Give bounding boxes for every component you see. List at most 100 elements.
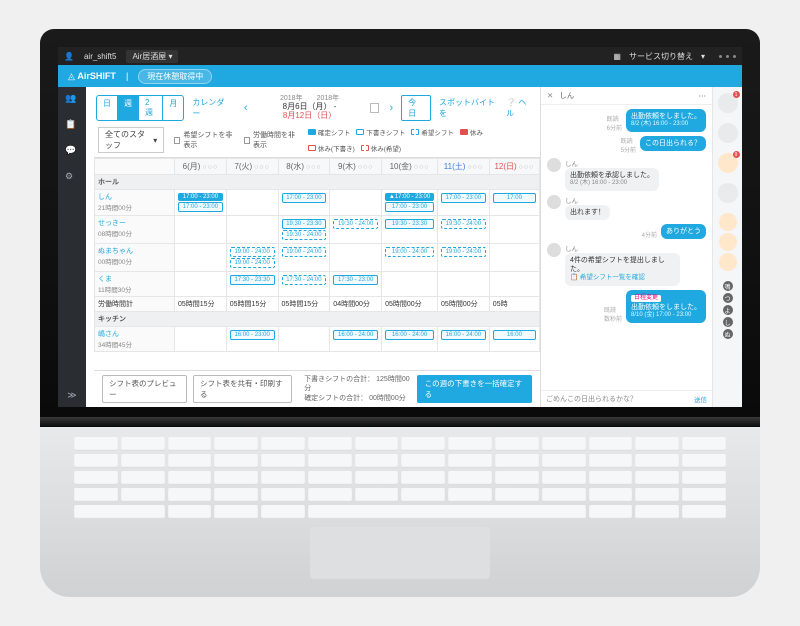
hide-hours-checkbox[interactable]: 労働時間を非表示 xyxy=(244,130,298,150)
shift-chip[interactable]: 17:00 - 23:00 xyxy=(178,193,223,201)
shift-cell[interactable] xyxy=(175,216,227,244)
shift-chip[interactable]: 17:30 - 24:00 xyxy=(282,275,327,285)
share-button[interactable]: シフト表を共有・印刷する xyxy=(193,375,292,403)
shift-chip[interactable]: 19:30 - 23:30 xyxy=(385,219,434,229)
shift-chip[interactable]: ▲17:00 - 23:00 xyxy=(385,193,434,201)
shift-chip[interactable]: 19:00 - 24:00 xyxy=(282,247,327,257)
shift-chip[interactable]: 16:00 - 24:00 xyxy=(441,330,486,340)
tag-よ[interactable]: よ xyxy=(723,305,733,315)
grid-icon[interactable]: ▦ xyxy=(613,52,621,61)
shift-cell[interactable]: 19:30 - 24:00 xyxy=(438,216,490,244)
shift-chip[interactable]: 16:00 xyxy=(493,330,536,340)
shift-chip[interactable]: 19:30 - 23:30 xyxy=(282,219,327,229)
shift-cell[interactable]: 19:30 - 24:00 xyxy=(330,216,382,244)
shift-chip[interactable]: 17:00 - 23:00 xyxy=(441,193,486,203)
shift-cell[interactable]: 17:00 - 23:00 xyxy=(438,190,490,216)
shift-cell[interactable]: 19:00 - 24:0019:00 - 24:00 xyxy=(226,244,278,272)
nav-calendar-icon[interactable]: 📋 xyxy=(65,119,79,133)
shift-chip[interactable]: 16:00 - 23:00 xyxy=(230,330,275,340)
chevron-down-icon[interactable]: ▾ xyxy=(701,52,705,61)
shift-chip[interactable]: 17:00 - 23:00 xyxy=(385,202,434,212)
shift-cell[interactable] xyxy=(438,272,490,297)
store-select[interactable]: Air居酒屋 ▾ xyxy=(126,50,178,63)
shift-cell[interactable] xyxy=(489,244,539,272)
chat-menu-icon[interactable]: ⋯ xyxy=(699,91,707,100)
shift-chip[interactable]: 19:30 - 24:00 xyxy=(282,230,327,240)
shift-cell[interactable]: ▲17:00 - 23:0017:00 - 23:00 xyxy=(382,190,438,216)
shift-cell[interactable] xyxy=(175,244,227,272)
mini-avatar[interactable] xyxy=(719,233,737,251)
nav-chat-icon[interactable]: 💬 xyxy=(65,145,79,159)
shift-cell[interactable]: 19:00 - 24:00 xyxy=(438,244,490,272)
service-switch[interactable]: サービス切り替え xyxy=(629,51,693,62)
calendar-link[interactable]: カレンダー xyxy=(188,95,236,121)
close-chat-icon[interactable]: ✕ xyxy=(547,91,553,100)
rnav-clock-icon[interactable] xyxy=(718,183,738,203)
shift-cell[interactable]: 17:30 - 23:00 xyxy=(330,272,382,297)
mini-avatar[interactable] xyxy=(719,213,737,231)
shift-cell[interactable]: 19:30 - 23:30 xyxy=(382,216,438,244)
next-arrow-icon[interactable]: › xyxy=(385,102,397,114)
view-日[interactable]: 日 xyxy=(97,96,118,120)
nav-profile-icon[interactable]: 👥 xyxy=(65,93,79,107)
today-button[interactable]: 今日 xyxy=(401,95,431,121)
shift-chip[interactable]: 17:30 - 23:30 xyxy=(230,275,275,285)
shift-cell[interactable] xyxy=(226,190,278,216)
date-box-icon[interactable] xyxy=(370,103,380,113)
preview-button[interactable]: シフト表のプレビュー xyxy=(102,375,187,403)
shift-chip[interactable]: 19:00 - 24:00 xyxy=(230,247,275,257)
shift-cell[interactable] xyxy=(175,272,227,297)
tag-つ[interactable]: つ xyxy=(723,293,733,303)
rnav-people-icon[interactable] xyxy=(718,123,738,143)
shift-cell[interactable] xyxy=(330,190,382,216)
shift-cell[interactable] xyxy=(278,327,330,352)
rnav-calendar-icon[interactable]: 1 xyxy=(718,93,738,113)
shift-chip[interactable]: 19:00 - 24:00 xyxy=(230,258,275,268)
shift-cell[interactable] xyxy=(226,216,278,244)
view-2週[interactable]: 2週 xyxy=(139,96,163,120)
shift-cell[interactable] xyxy=(175,327,227,352)
shift-cell[interactable]: 16:00 - 24:00 xyxy=(382,327,438,352)
shift-chip[interactable]: 16:00 - 24:00 xyxy=(333,330,378,340)
shift-cell[interactable]: 16:00 - 24:00 xyxy=(330,327,382,352)
shift-chip[interactable]: 17:00 xyxy=(493,193,536,203)
shift-chip[interactable]: 17:00 - 23:00 xyxy=(282,193,327,203)
chat-input[interactable]: ごめんこの日出られるかな？ xyxy=(546,394,637,404)
shift-cell[interactable]: 17:00 - 23:0017:00 - 23:00 xyxy=(175,190,227,216)
shift-cell[interactable]: 19:30 - 23:3019:30 - 24:00 xyxy=(278,216,330,244)
shift-chip[interactable]: 19:00 - 24:00 xyxy=(385,247,434,257)
shift-chip[interactable]: 17:00 - 23:00 xyxy=(178,202,223,212)
tag-ぬ[interactable]: ぬ xyxy=(723,329,733,339)
shift-cell[interactable]: 16:00 - 24:00 xyxy=(438,327,490,352)
nav-settings-icon[interactable]: ⚙ xyxy=(65,171,79,185)
shift-cell[interactable] xyxy=(382,272,438,297)
confirm-button[interactable]: この週の下書きを一括確定する xyxy=(417,375,532,403)
prev-arrow-icon[interactable]: ‹ xyxy=(240,102,252,114)
shift-cell[interactable] xyxy=(330,244,382,272)
shift-chip[interactable]: 16:00 - 24:00 xyxy=(385,330,434,340)
staff-select[interactable]: 全てのスタッフ ▾ xyxy=(98,127,164,153)
shift-chip[interactable]: 19:30 - 24:00 xyxy=(333,219,378,229)
hide-requests-checkbox[interactable]: 希望シフトを非表示 xyxy=(174,130,234,150)
shift-cell[interactable]: 19:00 - 24:00 xyxy=(382,244,438,272)
send-button[interactable]: 送信 xyxy=(694,394,707,404)
mini-avatar[interactable] xyxy=(719,253,737,271)
shift-cell[interactable]: 17:00 - 23:00 xyxy=(278,190,330,216)
help-link[interactable]: ❔ ヘル xyxy=(506,97,534,119)
view-月[interactable]: 月 xyxy=(163,96,183,120)
shift-cell[interactable]: 16:00 xyxy=(489,327,539,352)
shift-cell[interactable]: 16:00 - 23:00 xyxy=(226,327,278,352)
view-週[interactable]: 週 xyxy=(118,96,139,120)
expand-nav-icon[interactable]: ≫ xyxy=(67,390,76,401)
shift-chip[interactable]: 19:30 - 24:00 xyxy=(441,219,486,229)
spot-link[interactable]: スポットバイトを xyxy=(439,97,502,119)
tag-し[interactable]: し xyxy=(723,317,733,327)
shift-cell[interactable]: 17:30 - 24:00 xyxy=(278,272,330,297)
shift-cell[interactable] xyxy=(489,216,539,244)
shift-chip[interactable]: 19:00 - 24:00 xyxy=(441,247,486,257)
rnav-chat-icon[interactable]: 9 xyxy=(718,153,738,173)
shift-cell[interactable]: 17:00 xyxy=(489,190,539,216)
shift-cell[interactable]: 19:00 - 24:00 xyxy=(278,244,330,272)
shift-cell[interactable]: 17:30 - 23:30 xyxy=(226,272,278,297)
shift-cell[interactable] xyxy=(489,272,539,297)
